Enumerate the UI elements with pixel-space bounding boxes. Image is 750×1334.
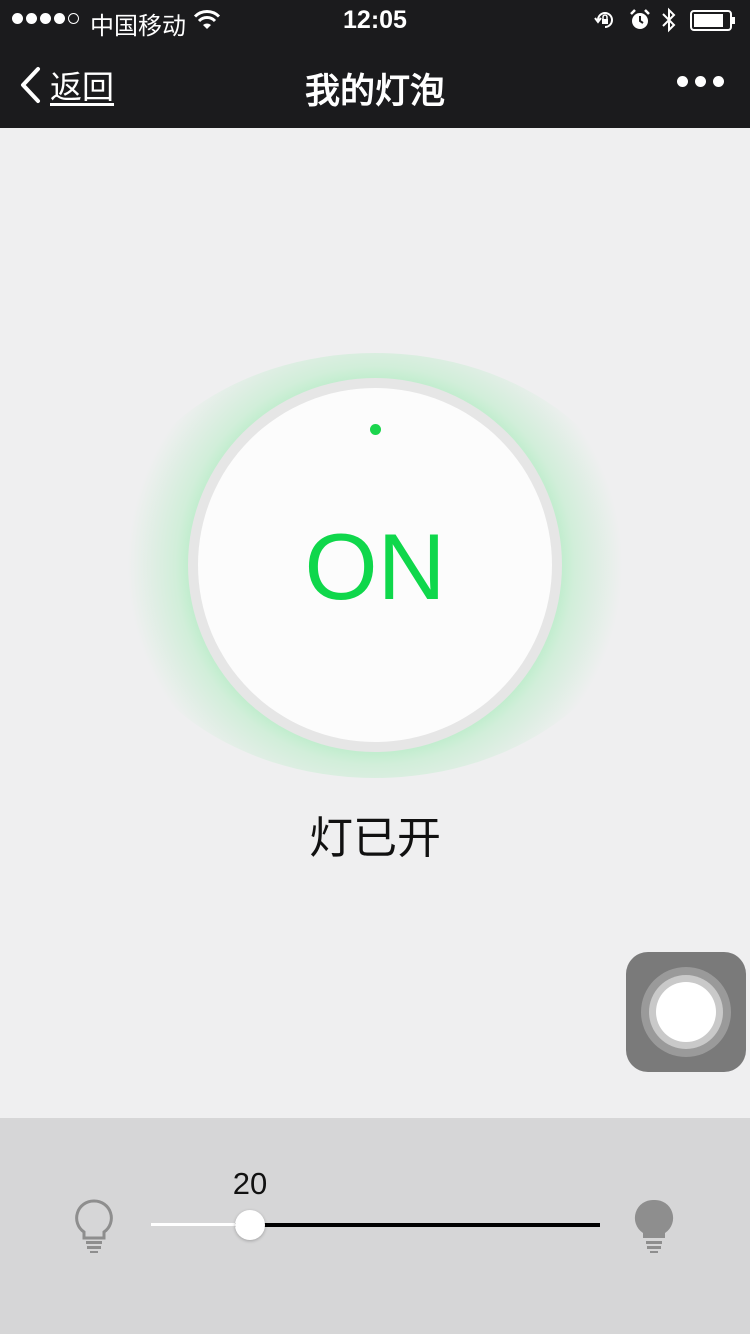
main-content: ON 灯已开: [0, 128, 750, 1118]
assistive-touch-ring: [649, 975, 723, 1049]
indicator-dot: [370, 424, 381, 435]
power-state-text: ON: [304, 514, 446, 619]
more-dots-icon: [695, 76, 706, 87]
bulb-outline-icon: [75, 1199, 113, 1253]
assistive-touch-icon: [641, 967, 731, 1057]
page-title: 我的灯泡: [304, 72, 445, 112]
more-dots-icon: [713, 76, 724, 87]
power-toggle-button[interactable]: ON: [188, 378, 562, 752]
more-dots-icon: [677, 76, 688, 87]
bluetooth-icon: [662, 7, 676, 33]
lamp-status-label: 灯已开: [309, 813, 441, 864]
bulb-filled-icon: [634, 1199, 674, 1253]
brightness-panel: 20: [0, 1118, 750, 1334]
nav-bar: 返回 我的灯泡: [0, 40, 750, 128]
brightness-value: 20: [232, 1166, 268, 1201]
slider-thumb[interactable]: [235, 1210, 265, 1240]
more-button[interactable]: [677, 76, 724, 87]
power-button-face: ON: [198, 388, 552, 742]
battery-icon: [690, 10, 735, 31]
assistive-touch-center: [656, 982, 716, 1042]
alarm-icon: [630, 9, 650, 29]
slider-track-filled: [151, 1223, 235, 1226]
assistive-touch-button[interactable]: [626, 952, 746, 1072]
brightness-slider[interactable]: [151, 1210, 600, 1240]
slider-track: [235, 1223, 600, 1227]
rotation-lock-icon: [594, 12, 613, 28]
status-bar: 中国移动 12:05: [0, 0, 750, 40]
